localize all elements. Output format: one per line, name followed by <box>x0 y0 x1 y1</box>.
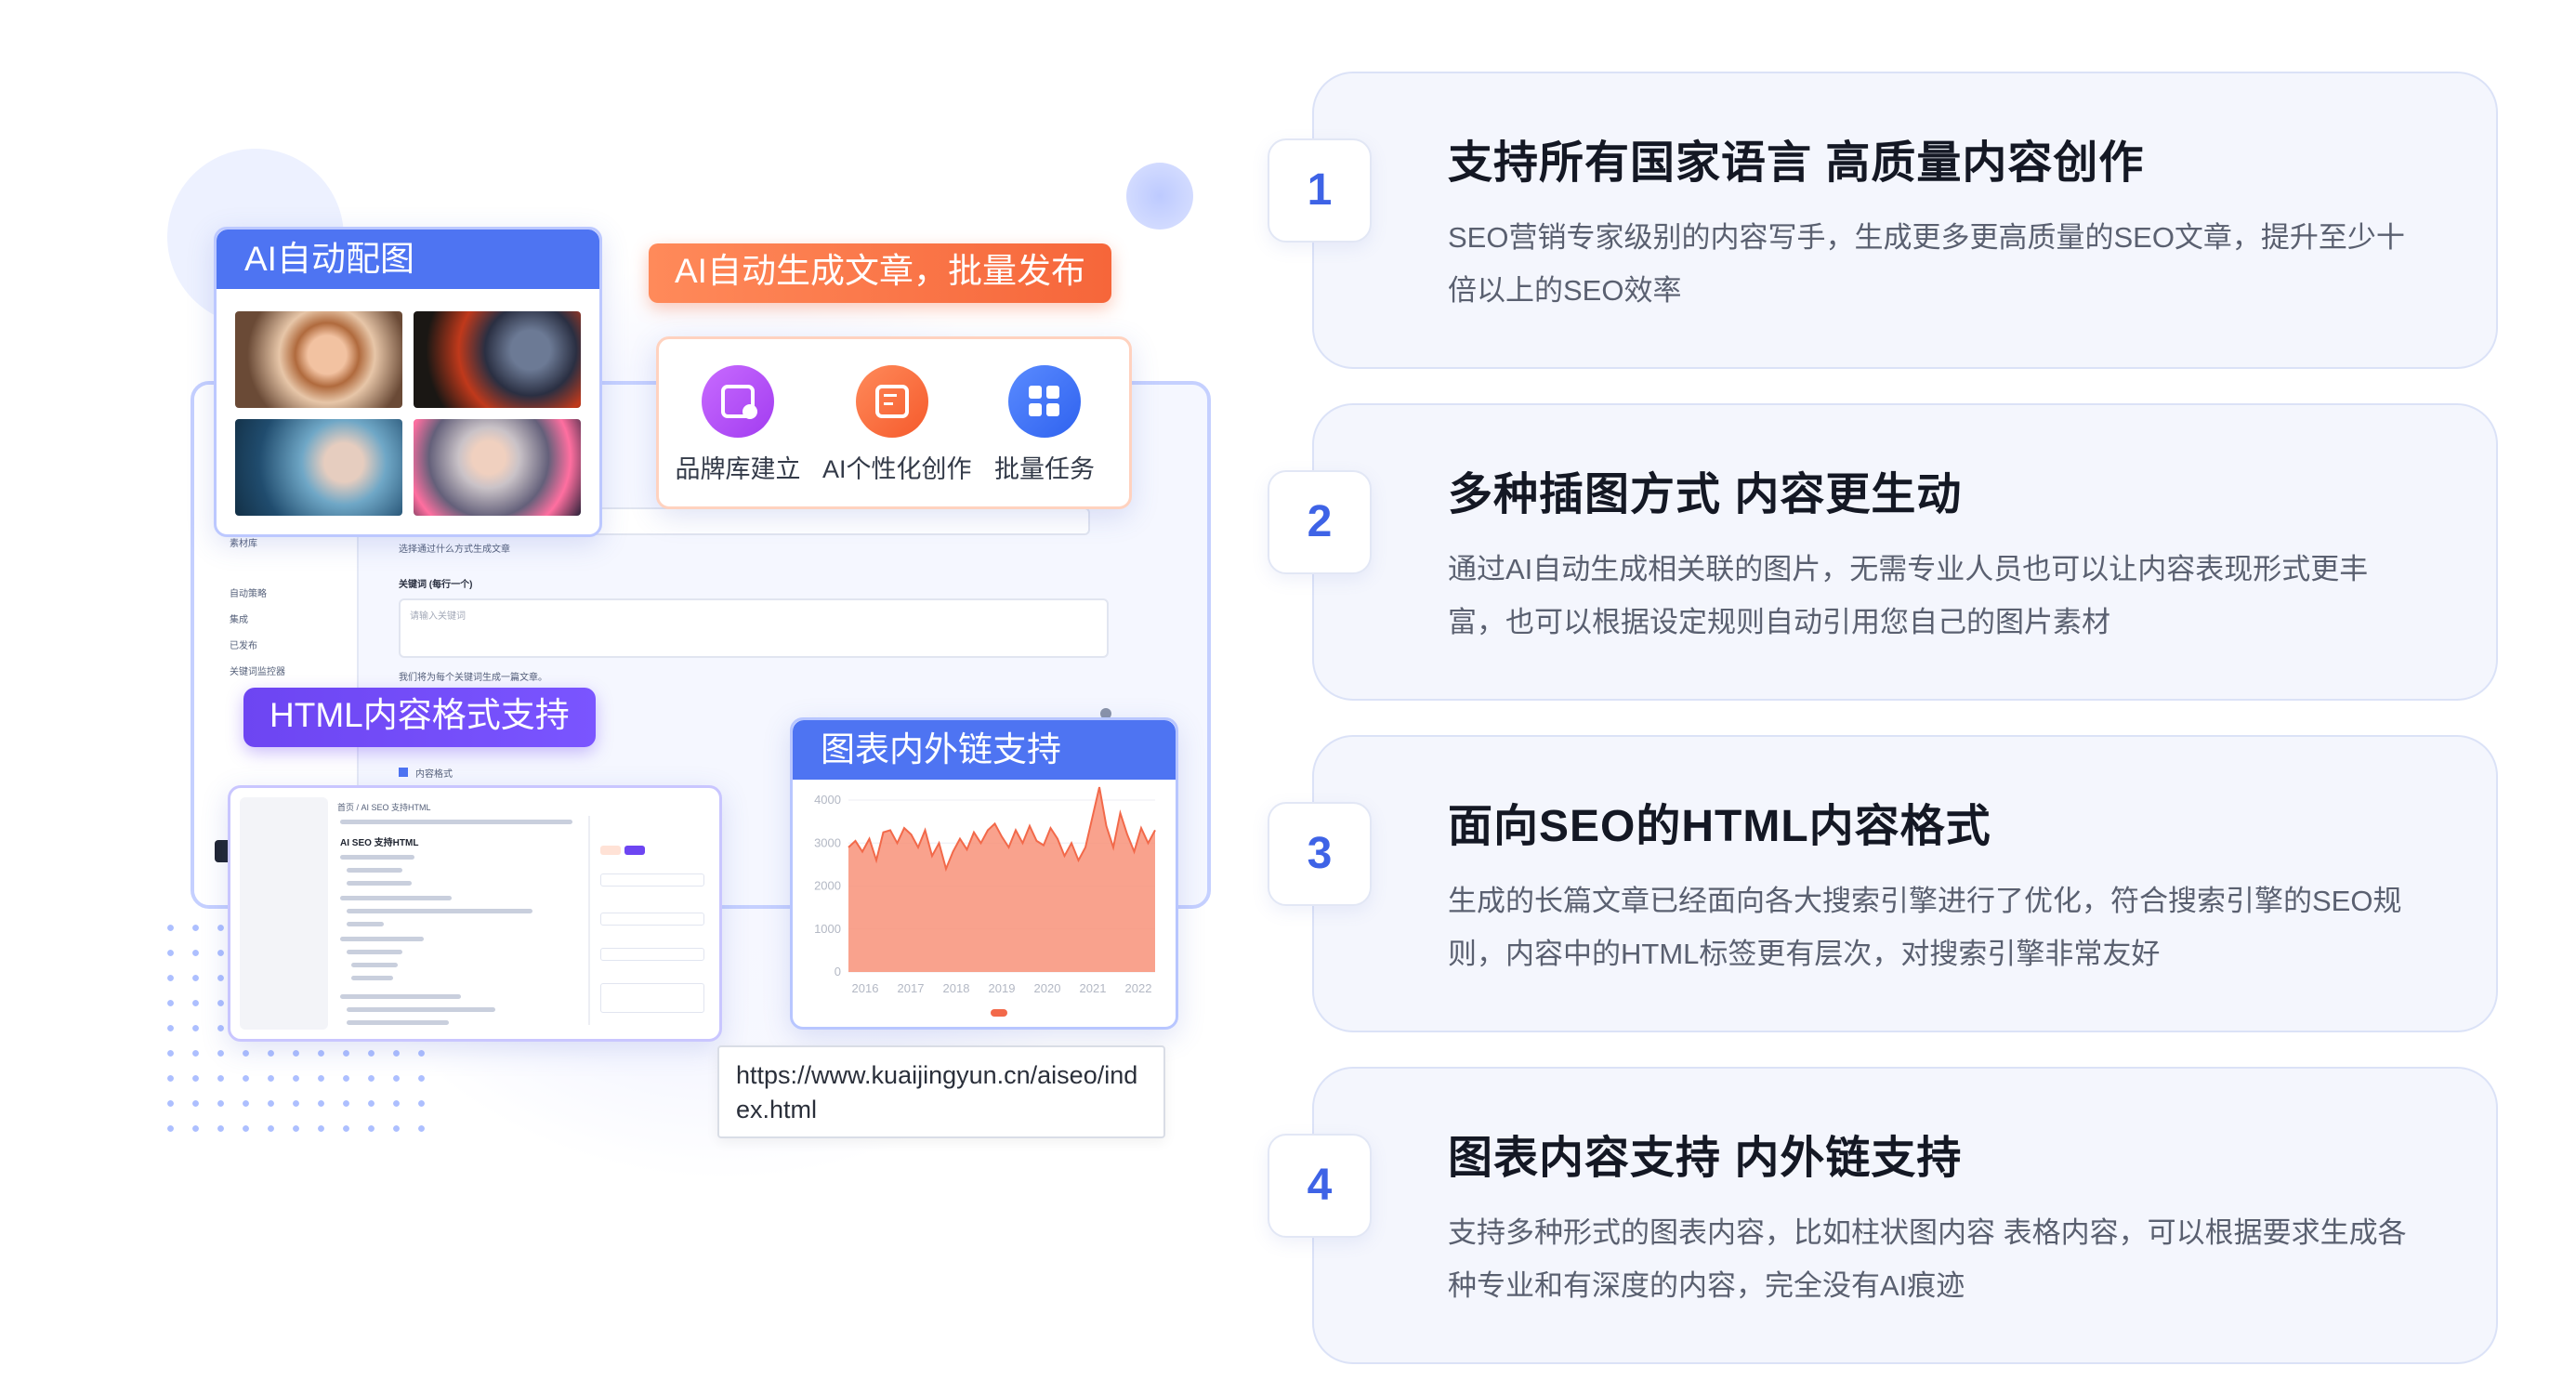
series-area <box>848 787 1155 972</box>
feature-label: AI个性化创作 <box>822 455 972 483</box>
keyword-label: 关键词 (每行一个) <box>399 580 473 590</box>
format-checkbox[interactable] <box>399 768 408 777</box>
x-tick-label: 2020 <box>1034 981 1061 995</box>
settings-input[interactable] <box>600 873 704 886</box>
y-tick-label: 3000 <box>814 835 841 849</box>
feature-batch[interactable]: 批量任务 <box>975 365 1114 485</box>
feature-item-title: 多种插图方式 内容更生动 <box>1448 470 1963 519</box>
portrait-thumbnail <box>414 311 581 408</box>
sidebar-item[interactable]: 关键词监控器 <box>230 663 285 677</box>
portrait-thumbnail <box>235 419 402 516</box>
ai-image-card-header: AI自动配图 <box>217 230 599 289</box>
feature-item-4: 图表内容支持 内外链支持 支持多种形式的图表内容，比如柱状图内容 表格内容，可以… <box>1312 1067 2498 1364</box>
url-box[interactable]: https://www.kuaijingyun.cn/aiseo/index.h… <box>717 1045 1165 1138</box>
settings-input[interactable] <box>600 948 704 961</box>
feature-item-title: 面向SEO的HTML内容格式 <box>1448 802 1991 851</box>
y-tick-label: 2000 <box>814 879 841 893</box>
area-chart: 0 1000 2000 3000 4000 2016 2017 2018 2019 2020 202… <box>814 786 1156 1017</box>
feature-item-desc: 生成的长篇文章已经面向各大搜索引擎进行了优化，符合搜索引擎的SEO规则，内容中的… <box>1448 885 2402 970</box>
keyword-textarea[interactable]: 请输入关键词 <box>399 598 1109 658</box>
html-preview-sidebar <box>240 797 328 1030</box>
x-tick-label: 2016 <box>852 981 879 995</box>
html-preview-card: 首页 / AI SEO 支持HTML AI SEO 支持HTML <box>228 785 722 1042</box>
x-tick-label: 2019 <box>989 981 1016 995</box>
feature-item-desc: SEO营销专家级别的内容写手，生成更多更高质量的SEO文章，提升至少十倍以上的S… <box>1448 221 2405 307</box>
editor-toolbar[interactable] <box>340 820 572 824</box>
sidebar-item[interactable]: 集成 <box>230 611 248 625</box>
keyword-note: 我们将为每个关键词生成一篇文章。 <box>399 673 547 683</box>
decorative-circle-right <box>1126 163 1193 230</box>
hint-text: 选择通过什么方式生成文章 <box>399 545 510 555</box>
ai-image-card-title: AI自动配图 <box>244 240 414 278</box>
html-format-banner: HTML内容格式支持 <box>243 688 596 747</box>
feature-item-title: 支持所有国家语言 高质量内容创作 <box>1448 138 2145 188</box>
x-tick-label: 2018 <box>943 981 970 995</box>
url-text[interactable]: https://www.kuaijingyun.cn/aiseo/index.h… <box>736 1058 1150 1127</box>
ai-image-card: AI自动配图 <box>214 227 602 537</box>
chart-card: 图表内外链支持 0 1000 2000 3000 4000 2016 2017 2018 201… <box>790 717 1178 1030</box>
grid-tasks-icon <box>1008 365 1081 438</box>
feature-number-badge: 3 <box>1268 802 1372 906</box>
portrait-thumbnail <box>235 311 402 408</box>
sidebar-item[interactable]: 自动策略 <box>230 585 267 599</box>
feature-item-2: 多种插图方式 内容更生动 通过AI自动生成相关联的图片，无需专业人员也可以让内容… <box>1312 403 2498 701</box>
y-tick-label: 1000 <box>814 922 841 936</box>
format-label: 内容格式 <box>415 769 453 780</box>
feature-ai-create[interactable]: AI个性化创作 <box>822 365 972 485</box>
feature-item-title: 图表内容支持 内外链支持 <box>1448 1134 1963 1183</box>
feature-number-badge: 4 <box>1268 1134 1372 1238</box>
feature-number-badge: 1 <box>1268 138 1372 243</box>
feature-item-3: 面向SEO的HTML内容格式 生成的长篇文章已经面向各大搜索引擎进行了优化，符合… <box>1312 735 2498 1032</box>
generate-banner: AI自动生成文章，批量发布 <box>649 243 1111 303</box>
keyword-placeholder: 请输入关键词 <box>410 611 466 622</box>
html-preview-heading: AI SEO 支持HTML <box>340 838 419 848</box>
feature-card: 品牌库建立 AI个性化创作 批量任务 <box>656 336 1132 509</box>
tag-button[interactable] <box>624 846 645 855</box>
feature-label: 品牌库建立 <box>675 455 801 483</box>
settings-input[interactable] <box>600 913 704 926</box>
legend-marker <box>991 1009 1007 1017</box>
x-tick-label: 2022 <box>1125 981 1152 995</box>
y-tick-label: 4000 <box>814 793 841 807</box>
x-tick-label: 2017 <box>898 981 925 995</box>
feature-item-desc: 通过AI自动生成相关联的图片，无需专业人员也可以让内容表现形式更丰富，也可以根据… <box>1448 553 2369 638</box>
edit-document-icon <box>856 365 928 438</box>
feature-number-badge: 2 <box>1268 470 1372 574</box>
chart-title: 图表内外链支持 <box>821 730 1061 768</box>
feature-item-desc: 支持多种形式的图表内容，比如柱状图内容 表格内容，可以根据要求生成各种专业和有深… <box>1448 1216 2407 1302</box>
portrait-thumbnail <box>414 419 581 516</box>
x-tick-label: 2021 <box>1080 981 1107 995</box>
sidebar-item[interactable]: 已发布 <box>230 637 257 651</box>
brand-image-icon <box>702 365 774 438</box>
y-tick-label: 0 <box>835 965 841 978</box>
sidebar-item[interactable]: 素材库 <box>230 535 257 549</box>
feature-label: 批量任务 <box>994 455 1095 483</box>
chart-card-header: 图表内外链支持 <box>793 720 1176 780</box>
settings-textarea[interactable] <box>600 983 704 1013</box>
tag-button[interactable] <box>600 846 621 855</box>
feature-item-1: 支持所有国家语言 高质量内容创作 SEO营销专家级别的内容写手，生成更多更高质量… <box>1312 72 2498 369</box>
feature-brand[interactable]: 品牌库建立 <box>668 365 808 485</box>
html-preview-breadcrumb: 首页 / AI SEO 支持HTML <box>337 803 431 812</box>
